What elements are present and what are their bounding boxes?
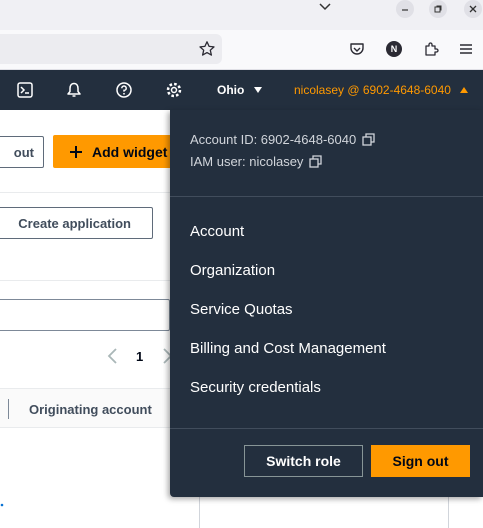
copy-icon[interactable] [309, 155, 323, 168]
panel-border [199, 497, 200, 528]
account-id-text: Account ID: 6902-4648-6040 [190, 132, 357, 147]
account-menu-label: nicolasey @ 6902-4648-6040 [294, 83, 451, 97]
bookmark-star-icon[interactable] [197, 39, 217, 59]
iam-user-row: IAM user: nicolasey [190, 154, 323, 169]
tab-list-chevron-icon[interactable] [318, 0, 336, 18]
dropdown-divider [170, 196, 483, 197]
partial-button-label: out [13, 144, 34, 160]
pocket-icon[interactable] [347, 39, 367, 59]
caret-up-icon [460, 87, 469, 93]
close-icon[interactable] [464, 0, 482, 18]
add-widget-label: Add widget [92, 143, 168, 160]
plus-icon [70, 145, 82, 158]
cloudshell-icon[interactable] [15, 80, 35, 100]
panel-border [448, 497, 449, 528]
previous-page-icon[interactable] [106, 347, 120, 370]
table-header: Originating account [0, 388, 170, 428]
account-id-row: Account ID: 6902-4648-6040 [190, 132, 375, 147]
sign-out-label: Sign out [392, 453, 449, 469]
caret-down-icon [253, 87, 262, 93]
switch-role-label: Switch role [266, 453, 341, 469]
account-menu-button[interactable]: nicolasey @ 6902-4648-6040 [294, 83, 469, 97]
aws-console-header: Ohio nicolasey @ 6902-4648-6040 [0, 70, 483, 110]
restore-icon[interactable] [429, 0, 447, 18]
menu-icon[interactable] [456, 39, 476, 59]
column-divider [8, 399, 9, 419]
originating-account-header[interactable]: Originating account [29, 402, 152, 417]
menu-item-organization[interactable]: Organization [190, 262, 275, 279]
sign-out-button[interactable]: Sign out [371, 445, 470, 477]
help-icon[interactable] [114, 80, 134, 100]
divider [0, 280, 170, 281]
page-number[interactable]: 1 [136, 349, 143, 364]
region-selector[interactable]: Ohio [217, 83, 263, 97]
create-application-button[interactable]: Create application [0, 207, 153, 239]
partial-text-fragment [0, 495, 4, 507]
account-dropdown: Account ID: 6902-4648-6040 IAM user: nic… [170, 110, 483, 497]
profile-initial: N [386, 41, 402, 57]
divider [0, 192, 170, 193]
notifications-icon[interactable] [64, 80, 84, 100]
create-application-label: Create application [18, 215, 131, 231]
menu-item-service-quotas[interactable]: Service Quotas [190, 301, 293, 318]
settings-icon[interactable] [164, 80, 184, 100]
profile-icon[interactable]: N [384, 39, 404, 59]
add-widget-button[interactable]: Add widget [53, 135, 183, 168]
url-bar[interactable] [0, 34, 222, 64]
copy-icon[interactable] [362, 133, 375, 146]
switch-role-button[interactable]: Switch role [244, 445, 363, 477]
region-label: Ohio [217, 83, 245, 97]
menu-item-security-credentials[interactable]: Security credentials [190, 379, 321, 396]
extensions-icon[interactable] [421, 39, 441, 59]
menu-item-account[interactable]: Account [190, 223, 244, 240]
browser-titlebar [0, 0, 483, 30]
filter-input[interactable] [0, 299, 170, 331]
minimize-icon[interactable] [396, 0, 414, 18]
browser-navbar: N [0, 30, 483, 70]
partial-button[interactable]: out [0, 136, 44, 168]
menu-item-billing[interactable]: Billing and Cost Management [190, 340, 386, 357]
dropdown-divider [170, 428, 483, 429]
iam-user-text: IAM user: nicolasey [190, 154, 304, 169]
